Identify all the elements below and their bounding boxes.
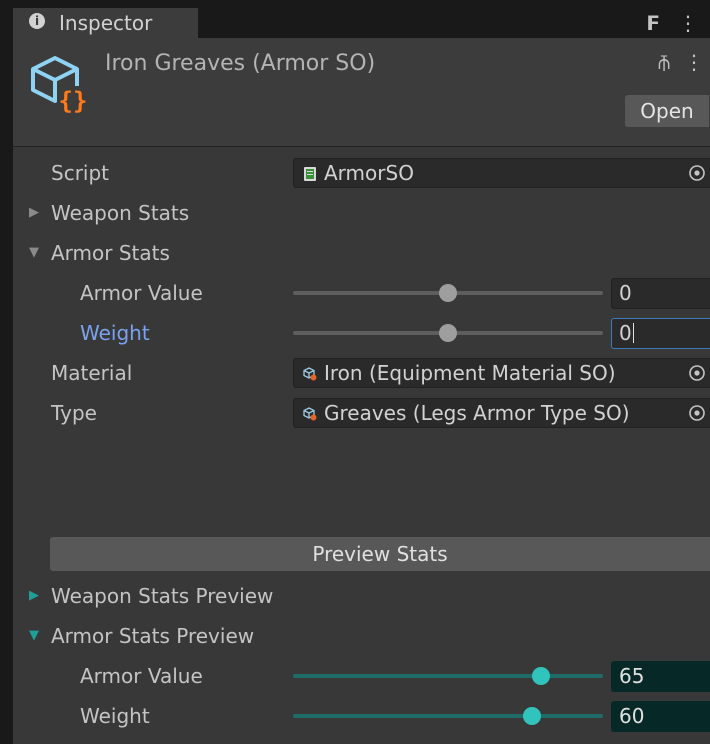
info-icon: i — [29, 13, 45, 29]
armor-value-input[interactable]: 0 — [611, 278, 710, 309]
preview-weight-label: Weight — [80, 704, 150, 728]
script-field-row: Script ArmorSO — [13, 155, 710, 191]
preview-weight-text: 60 — [619, 704, 645, 728]
weapon-stats-label: Weapon Stats — [51, 201, 190, 225]
type-field-row: Type Greaves (Legs Armor Type SO) — [13, 395, 710, 431]
armor-value-row: Armor Value 0 — [13, 275, 710, 311]
preview-stats-button[interactable]: Preview Stats — [50, 537, 710, 571]
armor-value-label: Armor Value — [80, 281, 203, 305]
object-picker-icon[interactable] — [688, 404, 706, 422]
slider-thumb[interactable] — [439, 324, 457, 342]
slider-thumb[interactable] — [532, 667, 550, 685]
weight-slider[interactable] — [293, 315, 603, 351]
object-picker-icon[interactable] — [688, 364, 706, 382]
scriptable-object-icon — [303, 367, 317, 381]
weight-label: Weight — [80, 321, 150, 345]
lock-icon[interactable]: 𝗙 — [646, 11, 660, 35]
material-field-row: Material Iron (Equipment Material SO) — [13, 355, 710, 391]
svg-text:{}: {} — [59, 87, 88, 115]
window-top-strip — [0, 0, 710, 8]
kebab-menu-icon[interactable]: ⋮ — [684, 50, 704, 74]
weight-row: Weight 0 — [13, 315, 710, 351]
material-value: Iron (Equipment Material SO) — [324, 361, 616, 385]
kebab-menu-icon[interactable]: ⋮ — [678, 11, 698, 35]
weight-text: 0 — [619, 321, 632, 345]
preview-armor-value-slider[interactable] — [293, 658, 603, 694]
weapon-stats-preview-label: Weapon Stats Preview — [51, 584, 274, 608]
armor-value-slider[interactable] — [293, 275, 603, 311]
tab-inspector[interactable]: i Inspector — [13, 8, 198, 38]
header-toolbar: ⫚ ⋮ — [644, 50, 704, 74]
object-picker-icon[interactable] — [688, 164, 706, 182]
preview-weight-row: Weight 60 — [13, 698, 710, 734]
tab-inspector-label: Inspector — [59, 11, 153, 35]
armor-value-text: 0 — [619, 281, 632, 305]
type-label: Type — [51, 401, 97, 425]
slider-track — [293, 674, 603, 678]
asset-title: Iron Greaves (Armor SO) — [105, 51, 376, 76]
foldout-arrow-icon: ▼ — [29, 628, 39, 643]
tab-toolbar: 𝗙 ⋮ — [628, 8, 698, 38]
material-object-field[interactable]: Iron (Equipment Material SO) — [293, 358, 710, 388]
scriptable-object-icon: {} — [31, 56, 89, 115]
settings-sliders-icon[interactable]: ⫚ — [658, 50, 670, 74]
preview-weight-input[interactable]: 60 — [611, 701, 710, 732]
type-object-field[interactable]: Greaves (Legs Armor Type SO) — [293, 398, 710, 428]
open-button[interactable]: Open — [625, 95, 709, 127]
inspector-header: {} Iron Greaves (Armor SO) ⫚ ⋮ Open — [13, 38, 710, 147]
armor-stats-foldout[interactable]: ▼ Armor Stats — [13, 235, 710, 271]
text-caret — [632, 323, 634, 343]
script-label: Script — [51, 161, 110, 185]
preview-armor-value-input[interactable]: 65 — [611, 661, 710, 692]
slider-thumb[interactable] — [522, 707, 541, 725]
script-file-icon — [304, 167, 316, 181]
preview-weight-slider[interactable] — [293, 698, 603, 734]
slider-track — [293, 714, 603, 718]
preview-armor-value-row: Armor Value 65 — [13, 658, 710, 694]
slider-thumb[interactable] — [439, 284, 457, 302]
scriptable-object-icon — [303, 407, 317, 421]
weapon-stats-foldout[interactable]: ▶ Weapon Stats — [13, 195, 710, 231]
weight-input[interactable]: 0 — [611, 318, 710, 349]
foldout-arrow-icon: ▶ — [29, 205, 39, 220]
foldout-arrow-icon: ▶ — [29, 588, 39, 603]
window-left-border — [0, 8, 13, 744]
script-value: ArmorSO — [324, 161, 414, 185]
material-label: Material — [51, 361, 133, 385]
armor-stats-preview-foldout[interactable]: ▼ Armor Stats Preview — [13, 618, 710, 654]
type-value: Greaves (Legs Armor Type SO) — [324, 401, 630, 425]
preview-armor-value-text: 65 — [619, 664, 645, 688]
foldout-arrow-icon: ▼ — [29, 245, 39, 260]
script-object-field[interactable]: ArmorSO — [293, 158, 710, 188]
armor-stats-preview-label: Armor Stats Preview — [51, 624, 255, 648]
armor-stats-label: Armor Stats — [51, 241, 170, 265]
preview-armor-value-label: Armor Value — [80, 664, 203, 688]
weapon-stats-preview-foldout[interactable]: ▶ Weapon Stats Preview — [13, 578, 710, 614]
